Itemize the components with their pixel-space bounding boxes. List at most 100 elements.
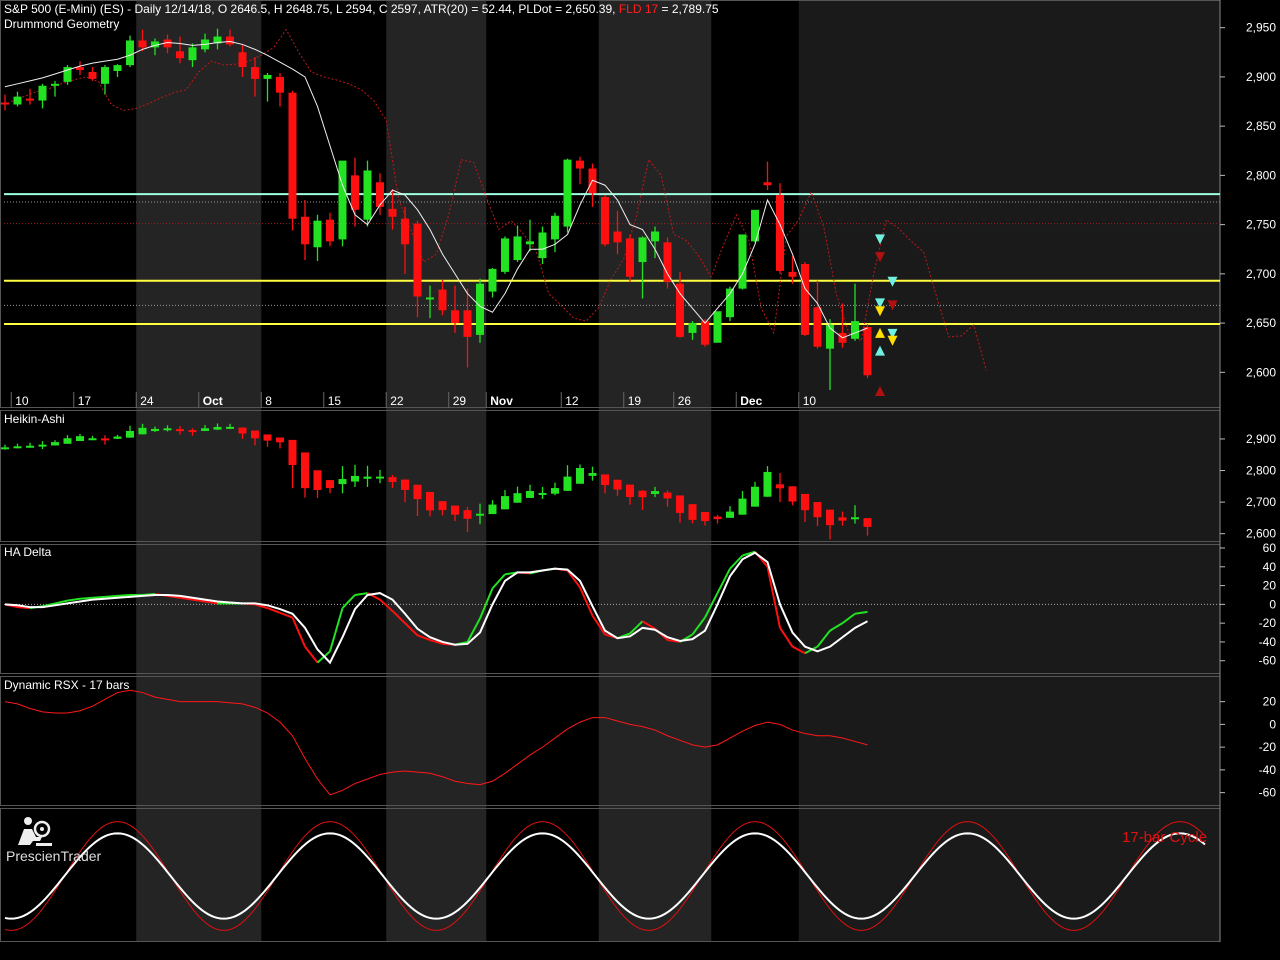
price-candle-body	[226, 36, 234, 45]
price-candle-body	[713, 311, 722, 343]
ha-candle-body	[838, 517, 847, 521]
ha-candle-body	[626, 484, 634, 497]
price-candle-body	[188, 47, 197, 61]
chart-header: S&P 500 (E-Mini) (ES) - Daily 12/14/18, …	[4, 2, 719, 16]
price-candle-body	[513, 236, 522, 261]
price-candle-body	[426, 297, 434, 300]
ha-candle-body	[726, 511, 734, 518]
ha-candle-body	[826, 509, 834, 526]
ha-candle-body	[326, 480, 334, 489]
price-candle-body	[576, 160, 584, 169]
month-band	[386, 0, 487, 942]
x-tick-label: Dec	[740, 394, 762, 408]
price-candle-body	[126, 40, 134, 66]
fld-label: FLD 17	[618, 2, 659, 16]
ha-candle-body	[463, 510, 472, 519]
ha-candle-body	[851, 517, 859, 520]
cycle-legend-label: 17-bar Cycle	[1122, 829, 1208, 846]
fld-value: = 2,789.75	[661, 2, 719, 16]
ha-delta-segment	[104, 594, 118, 598]
price-candle-body	[788, 271, 797, 277]
ha-candle-body	[51, 442, 59, 446]
y-tick-label: 40	[1263, 560, 1277, 574]
ha-candle-body	[201, 428, 209, 431]
ha-candle-body	[101, 438, 109, 441]
price-candle-body	[388, 208, 397, 217]
price-candle-body	[813, 307, 822, 347]
y-tick-label: 2,700	[1246, 267, 1276, 281]
y-tick-label: 0	[1269, 717, 1276, 731]
y-tick-label: -20	[1259, 740, 1277, 754]
ha-candle-body	[638, 490, 647, 498]
ha-candle-body	[501, 496, 509, 510]
ha-candle-body	[613, 479, 622, 490]
x-tick-label: 17	[78, 394, 92, 408]
x-tick-label: 10	[803, 394, 817, 408]
ha-candle-body	[488, 504, 497, 515]
panel-title-drummond: Drummond Geometry	[4, 17, 120, 31]
price-candle-body	[438, 289, 447, 311]
price-candle-body	[38, 85, 47, 101]
panel-title-ha-delta: HA Delta	[4, 545, 52, 559]
x-tick-label: 19	[628, 394, 642, 408]
price-candle-body	[376, 182, 384, 207]
ha-candle-body	[688, 504, 697, 520]
ha-candle-body	[526, 490, 534, 498]
ha-candle-body	[788, 486, 797, 502]
logo-text: PrescienTrader	[6, 848, 102, 864]
price-candle-body	[613, 231, 622, 243]
ha-candle-body	[676, 495, 684, 513]
ha-candle-body	[651, 491, 659, 495]
ha-candle-body	[351, 475, 359, 482]
ha-delta-segment	[117, 593, 131, 597]
panel-title-dynamic-rsx: Dynamic RSX - 17 bars	[4, 678, 130, 692]
y-tick-label: 20	[1263, 579, 1277, 593]
ha-candle-body	[701, 512, 709, 522]
chart-header-title: S&P 500 (E-Mini) (ES) - Daily 12/14/18, …	[4, 2, 616, 16]
price-candle-body	[601, 197, 609, 245]
ha-candle-body	[288, 439, 297, 465]
price-candle-body	[413, 223, 422, 297]
price-candle-body	[263, 74, 272, 79]
ha-candle-body	[801, 493, 809, 511]
price-candle-body	[801, 264, 809, 335]
price-candle-body	[76, 67, 84, 71]
prescientrader-logo: PrescienTrader	[6, 815, 116, 865]
price-candle-body	[276, 76, 284, 93]
x-tick-label: 29	[453, 394, 467, 408]
y-tick-label: 2,900	[1246, 70, 1276, 84]
price-candle-body	[476, 283, 484, 335]
price-candle-body	[863, 327, 872, 376]
ha-candle-body	[1, 447, 9, 450]
prescientrader-logo-icon	[18, 817, 52, 846]
price-candle-body	[101, 67, 109, 84]
ha-candle-body	[713, 516, 722, 520]
ha-candle-body	[451, 505, 459, 515]
ha-candle-body	[213, 426, 222, 430]
price-candle-body	[113, 65, 122, 72]
price-candle-body	[751, 209, 759, 242]
price-candle-body	[538, 232, 547, 259]
x-tick-label: 10	[15, 394, 29, 408]
price-candle-body	[463, 310, 472, 337]
ha-candle-body	[663, 492, 672, 499]
ha-candle-body	[738, 498, 747, 515]
y-tick-label: 2,700	[1246, 495, 1276, 509]
y-tick-label: -40	[1259, 635, 1277, 649]
ha-candle-body	[13, 446, 22, 449]
ha-candle-body	[363, 476, 372, 479]
price-candle-body	[651, 231, 659, 242]
price-candle-body	[138, 40, 147, 48]
ha-candle-body	[338, 479, 347, 485]
price-candle-body	[626, 238, 634, 277]
ha-candle-body	[138, 427, 147, 435]
price-candle-body	[88, 72, 97, 79]
price-candle-body	[401, 218, 409, 245]
x-tick-label: Oct	[203, 394, 223, 408]
ha-candle-body	[413, 484, 422, 500]
price-candle-body	[563, 159, 572, 227]
x-tick-label: 12	[565, 394, 579, 408]
y-tick-label: 2,950	[1246, 21, 1276, 35]
y-tick-label: 0	[1269, 597, 1276, 611]
price-candle-body	[551, 215, 559, 240]
